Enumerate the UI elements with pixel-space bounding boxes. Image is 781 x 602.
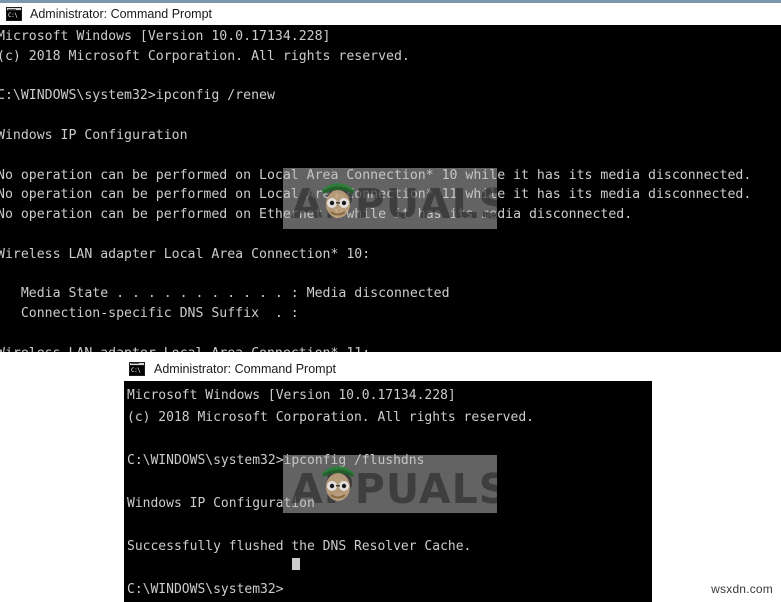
command-prompt-window-2[interactable]: C:\ Administrator: Command Prompt Micros… xyxy=(124,356,652,602)
cmd-prompt-icon: C:\ xyxy=(6,7,22,21)
window-1-console-text: Microsoft Windows [Version 10.0.17134.22… xyxy=(0,29,752,352)
cmd-prompt-icon: C:\ xyxy=(129,361,145,376)
screenshot-root: C:\ Administrator: Command Prompt Micros… xyxy=(0,0,781,602)
window-2-console-area[interactable]: Microsoft Windows [Version 10.0.17134.22… xyxy=(124,381,652,602)
block-cursor xyxy=(292,558,300,570)
window-1-console-area[interactable]: Microsoft Windows [Version 10.0.17134.22… xyxy=(0,25,781,352)
cmd-icon-glyph: C:\ xyxy=(130,365,144,375)
command-prompt-window-1[interactable]: C:\ Administrator: Command Prompt Micros… xyxy=(0,0,781,352)
window-1-title-text: Administrator: Command Prompt xyxy=(30,7,213,21)
window-2-console-text: Microsoft Windows [Version 10.0.17134.22… xyxy=(127,388,534,598)
site-watermark: wsxdn.com xyxy=(711,582,773,596)
window-2-title-bar[interactable]: C:\ Administrator: Command Prompt xyxy=(124,356,652,381)
window-2-title-text: Administrator: Command Prompt xyxy=(154,361,337,376)
window-1-title-bar[interactable]: C:\ Administrator: Command Prompt xyxy=(0,3,781,25)
cmd-icon-glyph: C:\ xyxy=(7,11,21,20)
